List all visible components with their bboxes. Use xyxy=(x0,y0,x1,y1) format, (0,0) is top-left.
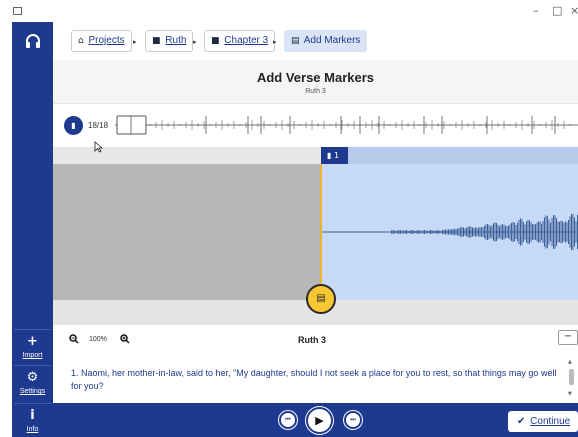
breadcrumb: ⌂ Projects ▸ ■ Ruth ▸ ■ Chapter 3 ▸ ▤ Ad… xyxy=(53,22,578,60)
headphones-icon[interactable] xyxy=(24,32,42,50)
sidebar-item-info[interactable]: i Info xyxy=(14,403,51,437)
zoom-in-icon[interactable] xyxy=(120,334,130,347)
waveform-editor[interactable]: ▮ 1 ▤ xyxy=(53,147,578,325)
chevron-right-icon: ▸ xyxy=(133,38,137,46)
mouse-pointer-icon xyxy=(94,141,103,153)
title-bar: – □ × xyxy=(0,0,578,22)
breadcrumb-label: Projects xyxy=(88,35,125,46)
markers-icon: ▤ xyxy=(291,36,300,46)
breadcrumb-label: Chapter 3 xyxy=(224,35,269,46)
sidebar-item-import[interactable]: + Import xyxy=(14,329,51,363)
play-button[interactable]: ▶ xyxy=(306,407,333,434)
verse-text-panel: 1. Naomi, her mother-in-law, said to her… xyxy=(53,353,578,403)
checkmark-icon: ✔ xyxy=(517,416,526,427)
app-window: – □ × + Import ⚙ Settings i Info ⌂ Proje… xyxy=(0,0,578,437)
breadcrumb-label: Ruth xyxy=(165,35,187,46)
sidebar-item-label: Info xyxy=(26,426,39,433)
info-icon: i xyxy=(30,408,35,423)
verse-marker-flag[interactable]: ▮ 1 xyxy=(321,147,348,164)
waveform xyxy=(321,213,578,251)
breadcrumb-add-markers[interactable]: ▤ Add Markers xyxy=(284,30,368,52)
playhead-line xyxy=(320,164,322,301)
previous-button[interactable]: ⏮ xyxy=(279,411,297,429)
zoom-bar: 100% Ruth 3 − xyxy=(53,325,578,353)
zoom-level: 100% xyxy=(89,336,107,343)
waveform-overview: ▮ 18/18 xyxy=(53,104,578,147)
page-subtitle: Ruth 3 xyxy=(305,88,326,95)
scroll-up-icon[interactable]: ▲ xyxy=(568,359,572,365)
bookmark-icon: ▮ xyxy=(327,151,332,160)
book-icon: ■ xyxy=(152,36,161,46)
verse-number: 1 xyxy=(333,151,340,160)
breadcrumb-ruth[interactable]: ■ Ruth xyxy=(145,30,194,52)
verse-text: 1. Naomi, her mother-in-law, said to her… xyxy=(71,368,557,391)
collapse-button[interactable]: − xyxy=(558,330,578,345)
breadcrumb-chapter[interactable]: ■ Chapter 3 xyxy=(204,30,276,52)
next-button[interactable]: ⏭ xyxy=(344,411,362,429)
page-header: Add Verse Markers Ruth 3 xyxy=(53,60,578,104)
sidebar-item-settings[interactable]: ⚙ Settings xyxy=(14,365,51,401)
sidebar-item-label: Import xyxy=(22,352,43,359)
selection-strip xyxy=(321,147,578,164)
app-icon xyxy=(13,7,22,15)
close-button[interactable]: × xyxy=(570,4,578,17)
home-icon: ⌂ xyxy=(78,36,84,46)
continue-label: Continue xyxy=(530,416,571,427)
breadcrumb-label: Add Markers xyxy=(303,35,361,46)
plus-icon: + xyxy=(27,334,38,349)
zoom-out-icon[interactable] xyxy=(69,334,79,347)
bookmark-icon[interactable]: ▮ xyxy=(64,116,83,135)
unselected-region xyxy=(53,164,321,300)
chevron-right-icon: ▸ xyxy=(193,38,197,46)
gear-icon: ⚙ xyxy=(26,370,39,385)
chapter-label: Ruth 3 xyxy=(298,335,326,345)
overview-waveform[interactable] xyxy=(115,112,578,138)
chevron-right-icon: ▸ xyxy=(273,38,277,46)
sidebar-item-label: Settings xyxy=(19,388,46,395)
scrollbar[interactable]: ▲ ▼ xyxy=(566,357,576,399)
transport-bar: ⏮ ▶ ⏭ ✔ Continue xyxy=(53,403,578,437)
scrollbar-thumb[interactable] xyxy=(569,369,574,385)
file-icon: ■ xyxy=(211,36,220,46)
marker-track xyxy=(53,147,578,164)
minimize-button[interactable]: – xyxy=(533,4,539,17)
scroll-down-icon[interactable]: ▼ xyxy=(568,391,572,397)
maximize-button[interactable]: □ xyxy=(552,4,562,17)
breadcrumb-projects[interactable]: ⌂ Projects xyxy=(71,30,132,52)
continue-button[interactable]: ✔ Continue xyxy=(508,411,578,432)
sidebar: + Import ⚙ Settings i Info xyxy=(12,22,53,437)
marker-count: 18/18 xyxy=(88,121,109,130)
page-title: Add Verse Markers xyxy=(256,70,375,85)
marker-handle[interactable]: ▤ xyxy=(306,284,336,314)
zoom-out-icon-graphic xyxy=(69,334,79,344)
zoom-in-icon-graphic xyxy=(120,334,130,344)
